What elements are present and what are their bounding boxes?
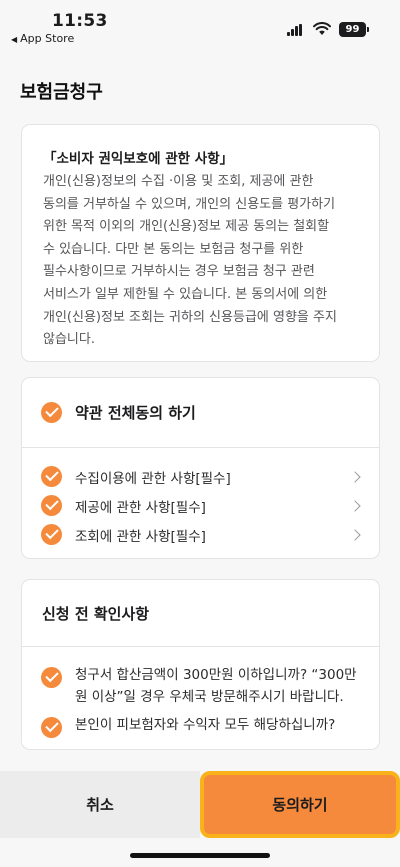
terms-item-provision[interactable]: 제공에 관한 사항[필수]: [22, 491, 379, 520]
checklist-header: 신청 전 확인사항: [22, 580, 379, 647]
bottom-action-bar: 취소 동의하기: [0, 771, 400, 838]
terms-item-label: 조회에 관한 사항[필수]: [75, 528, 206, 545]
pre-application-checklist-card: 신청 전 확인사항 청구서 합산금액이 300만원 이하입니까? “300만 원…: [21, 579, 380, 750]
checklist-title: 신청 전 확인사항: [42, 604, 150, 623]
check-circle-icon[interactable]: [41, 466, 62, 487]
check-circle-icon[interactable]: [41, 495, 62, 516]
agree-all-terms-toggle[interactable]: 약관 전체동의 하기: [22, 378, 379, 448]
notice-title: 「소비자 권익보호에 관한 사항」: [43, 151, 234, 167]
consumer-rights-notice-card: 「소비자 권익보호에 관한 사항」 개인(신용)정보의 수집 ·이용 및 조회,…: [21, 124, 380, 362]
check-circle-icon[interactable]: [41, 667, 62, 688]
terms-item-label: 제공에 관한 사항[필수]: [75, 499, 206, 516]
checklist-item-label: 본인이 피보험자와 수익자 모두 해당하십니까?: [75, 717, 336, 733]
terms-item-collection-use[interactable]: 수집이용에 관한 사항[필수]: [22, 462, 379, 491]
status-time: 11:53: [52, 11, 108, 31]
agree-all-label: 약관 전체동의 하기: [75, 404, 196, 422]
cancel-button[interactable]: 취소: [0, 771, 200, 838]
status-bar: 11:53 ◀ App Store 99: [0, 0, 400, 50]
home-indicator[interactable]: [130, 853, 270, 858]
checklist-item-label: 청구서 합산금액이 300만원 이하입니까? “300만 원 이상”일 경우 우…: [75, 667, 357, 705]
back-to-app-store-link[interactable]: ◀ App Store: [11, 32, 74, 45]
checklist-item-amount-limit[interactable]: 청구서 합산금액이 300만원 이하입니까? “300만 원 이상”일 경우 우…: [22, 664, 379, 708]
check-circle-icon[interactable]: [41, 524, 62, 545]
battery-icon: 99: [339, 22, 369, 37]
page-title: 보험금청구: [20, 82, 103, 103]
terms-item-label: 수집이용에 관한 사항[필수]: [75, 470, 231, 487]
chevron-right-icon[interactable]: [349, 499, 361, 512]
terms-list: 수집이용에 관한 사항[필수] 제공에 관한 사항[필수] 조회에 관한 사항[…: [22, 448, 379, 549]
checklist-item-insured-beneficiary[interactable]: 본인이 피보험자와 수익자 모두 해당하십니까?: [22, 714, 379, 738]
chevron-right-icon[interactable]: [349, 528, 361, 541]
checklist-list: 청구서 합산금액이 300만원 이하입니까? “300만 원 이상”일 경우 우…: [22, 647, 379, 738]
terms-agreement-card: 약관 전체동의 하기 수집이용에 관한 사항[필수] 제공에 관한 사항[필수]…: [21, 377, 380, 559]
terms-item-inquiry[interactable]: 조회에 관한 사항[필수]: [22, 520, 379, 549]
check-circle-icon: [41, 402, 62, 423]
back-arrow-icon: ◀: [11, 35, 18, 44]
cellular-signal-icon: [287, 24, 304, 36]
check-circle-icon[interactable]: [41, 717, 62, 738]
back-label: App Store: [20, 32, 75, 45]
wifi-icon: [313, 22, 331, 35]
agree-button[interactable]: 동의하기: [200, 771, 400, 838]
chevron-right-icon[interactable]: [349, 470, 361, 483]
notice-body: 개인(신용)정보의 수집 ·이용 및 조회, 제공에 관한 동의를 거부하실 수…: [43, 174, 337, 348]
